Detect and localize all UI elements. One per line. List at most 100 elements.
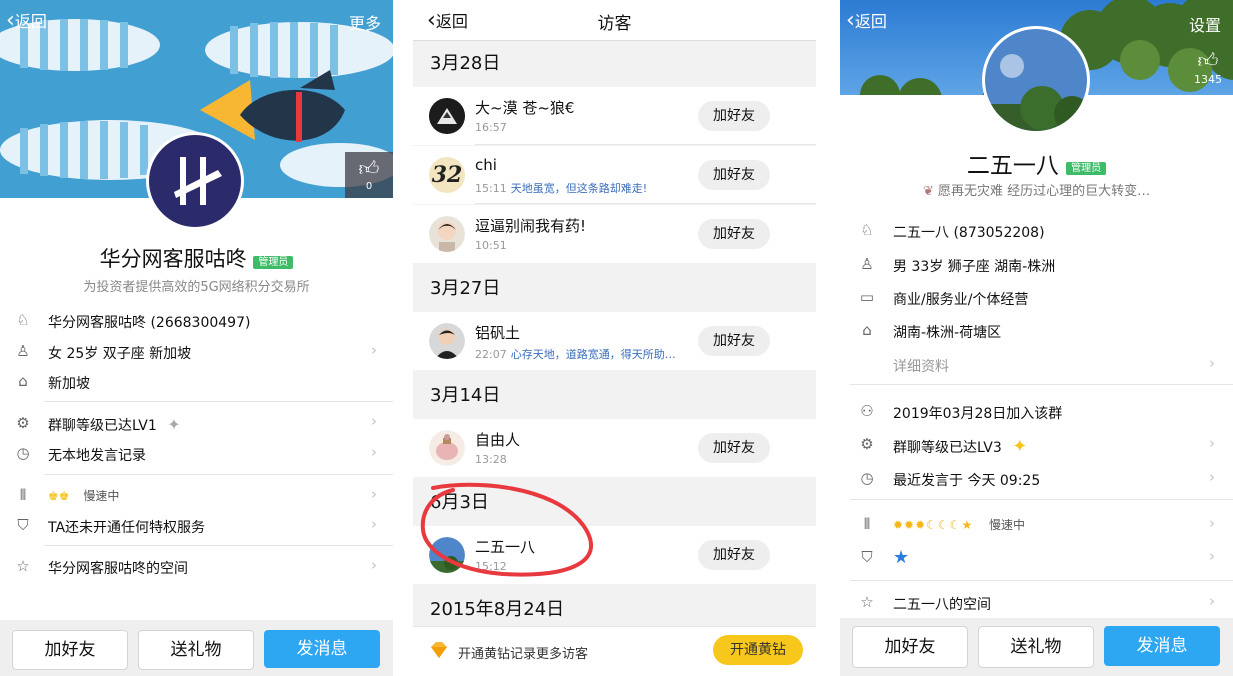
more-button[interactable]: 更多 (349, 10, 381, 34)
group-level-row[interactable]: 群聊等级已达LV3 ✦ (893, 436, 1027, 457)
chevron-right-icon: › (1209, 514, 1215, 532)
visitor-row[interactable]: 32 chi 15:11 天地虽宽，但这条路却难走! 加好友 (413, 146, 816, 204)
visit-time: 10:51 (475, 239, 507, 252)
add-friend-button[interactable]: 加好友 (698, 433, 770, 463)
chevron-left-icon: ‹ (846, 8, 855, 33)
star-icon: ☆ (16, 557, 30, 575)
send-gift-button[interactable]: 送礼物 (978, 626, 1094, 668)
clock-icon: ◷ (16, 444, 30, 462)
visitor-name: 自由人 (475, 431, 521, 449)
like-count: 0 (365, 181, 373, 192)
add-friend-button[interactable]: 加好友 (12, 630, 128, 670)
chevron-right-icon: › (1209, 354, 1215, 372)
avatar[interactable] (429, 216, 465, 252)
chevron-right-icon: › (1209, 468, 1215, 486)
signature: 愿再无灾难 经历过心理的巨大转变… (937, 184, 1151, 199)
hometown: 湖南-株洲-荷塘区 (893, 325, 1002, 341)
avatar[interactable] (429, 323, 465, 359)
avatar[interactable] (429, 98, 465, 134)
divider (44, 401, 393, 402)
qzone-link[interactable]: 二五一八的空间 (893, 594, 991, 614)
sun-moon-icons: ✹✹✹☾☾☾★ (893, 518, 974, 532)
visit-time: 16:57 (475, 121, 507, 134)
red-annotation-circle (420, 482, 594, 577)
basic-info: 男 33岁 狮子座 湖南-株洲 (893, 259, 1056, 275)
visitor-name: 大~漠 苍~狼€ (475, 99, 575, 117)
chart-icon: ⫴ (863, 515, 871, 533)
avatar[interactable] (146, 132, 244, 230)
back-button[interactable]: ‹返回 (6, 8, 47, 33)
speech-record[interactable]: 无本地发言记录 (48, 445, 146, 465)
vip-prompt: 开通黄钻记录更多访客 (458, 647, 589, 662)
profile-name: 华分网客服咕咚 (99, 247, 247, 271)
send-message-button[interactable]: 发消息 (264, 630, 380, 668)
chevron-left-icon: ‹ (6, 8, 15, 33)
last-speech[interactable]: 最近发言于 今天 09:25 (893, 470, 1040, 490)
chevron-right-icon: › (1209, 547, 1215, 565)
like-button[interactable]: 👍︎ 0 (345, 152, 393, 198)
visitor-row[interactable]: 自由人 13:28 加好友 (413, 419, 816, 477)
home-icon: ⌂ (18, 372, 28, 390)
privilege-icon: ⛉ (861, 548, 873, 566)
diamond-icon (428, 640, 450, 662)
open-yellow-diamond-button[interactable]: 开通黄钻 (713, 635, 803, 665)
group-level-row[interactable]: 群聊等级已达LV1 ✦ (48, 415, 181, 435)
profile-name: 二五一八 (966, 153, 1059, 179)
add-friend-button[interactable]: 加好友 (698, 219, 770, 249)
visitors-panel: ‹返回 访客 3月28日 大~漠 苍~狼€ 16:57 加好友 32 chi 1… (413, 0, 816, 676)
date-header: 3月14日 (413, 373, 816, 419)
profile-name-wrap: 二五一八 管理员 (840, 146, 1233, 180)
date-header: 3月27日 (413, 266, 816, 312)
admin-badge: 管理员 (253, 255, 294, 269)
person-icon: ♙ (16, 342, 30, 360)
back-button[interactable]: ‹返回 (846, 8, 887, 33)
settings-button[interactable]: 设置 (1189, 12, 1221, 36)
visit-time: 15:11 天地虽宽，但这条路却难走! (475, 182, 648, 195)
add-friend-button[interactable]: 加好友 (698, 160, 770, 190)
visit-time: 13:28 (475, 453, 507, 466)
visitor-row[interactable]: 大~漠 苍~狼€ 16:57 加好友 (413, 87, 816, 145)
thumbs-up-icon: 👍︎ (358, 156, 380, 180)
send-gift-button[interactable]: 送礼物 (138, 630, 254, 670)
join-date: 2019年03月28日加入该群 (893, 406, 1063, 422)
detail-info-link[interactable]: 详细资料 (893, 356, 949, 376)
add-friend-button[interactable]: 加好友 (698, 101, 770, 131)
visitor-row[interactable]: 铝矾土 22:07 心存天地，道路宽通，得天所助… 加好友 (413, 312, 816, 370)
divider (850, 384, 1233, 385)
visit-time: 22:07 心存天地，道路宽通，得天所助… (475, 348, 676, 361)
chevron-right-icon: › (1209, 592, 1215, 610)
chevron-right-icon: › (371, 515, 377, 533)
visitor-signature: 天地虽宽，但这条路却难走! (510, 182, 648, 195)
clock-icon: ◷ (860, 469, 874, 487)
signature: 为投资者提供高效的5G网络积分交易所 (83, 280, 310, 295)
nav-bar: ‹返回 访客 (413, 0, 816, 41)
visitor-name: 逗逼别闹我有药! (475, 217, 587, 235)
avatar[interactable] (982, 26, 1090, 134)
vip-level-row[interactable]: ♚♚ 慢速中 (48, 487, 119, 504)
like-button[interactable]: 👍︎ 1345 (1188, 48, 1228, 92)
occupation: 商业/服务业/个体经营 (893, 292, 1029, 308)
qq-icon: ♘ (860, 221, 874, 239)
star-icon: ☆ (860, 593, 874, 611)
visitor-row[interactable]: 逗逼别闹我有药! 10:51 加好友 (413, 205, 816, 263)
add-friend-button[interactable]: 加好友 (852, 626, 968, 668)
chevron-right-icon: › (371, 485, 377, 503)
avatar[interactable]: 32 (429, 157, 465, 193)
privilege-text[interactable]: TA还未开通任何特权服务 (48, 517, 205, 537)
privilege-badge[interactable]: ★ (893, 547, 909, 568)
avatar[interactable] (429, 430, 465, 466)
thumbs-up-icon: 👍︎ (1197, 48, 1219, 72)
divider (44, 545, 393, 546)
send-message-button[interactable]: 发消息 (1104, 626, 1220, 666)
vip-level-row[interactable]: ✹✹✹☾☾☾★ 慢速中 (893, 516, 1025, 533)
chevron-right-icon: › (371, 412, 377, 430)
qq-id: 二五一八 (873052208) (893, 225, 1045, 241)
gear-icon: ⚙ (16, 414, 30, 432)
basic-info[interactable]: 女 25岁 双子座 新加坡 (48, 343, 191, 363)
add-friend-button[interactable]: 加好友 (698, 326, 770, 356)
vip-speed: 慢速中 (989, 518, 1026, 532)
leaf-icon: ❦ (922, 184, 934, 199)
group-level-text: 群聊等级已达LV3 (893, 440, 1002, 456)
qzone-link[interactable]: 华分网客服咕咚的空间 (48, 558, 188, 578)
signature-row: ❦ 愿再无灾难 经历过心理的巨大转变… (840, 180, 1233, 199)
